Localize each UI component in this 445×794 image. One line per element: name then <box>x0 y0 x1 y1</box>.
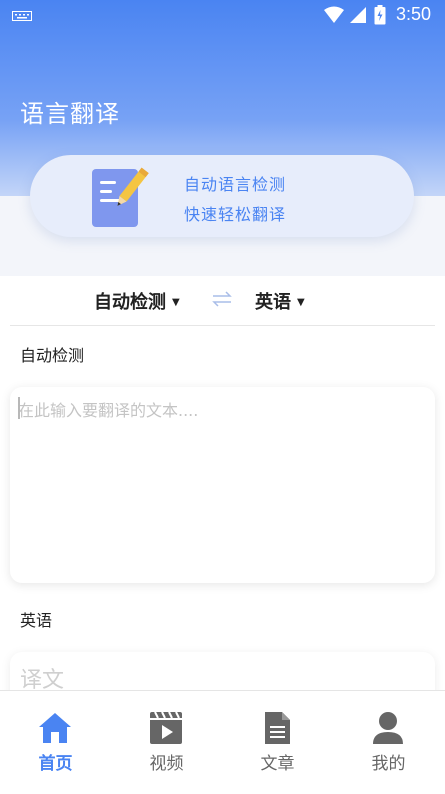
divider <box>10 325 435 326</box>
status-bar: 3:50 <box>0 0 445 34</box>
source-section-label: 自动检测 <box>20 346 85 365</box>
tab-profile[interactable]: 我的 <box>333 691 444 794</box>
tab-articles[interactable]: 文章 <box>222 691 333 794</box>
feature-banner: 自动语言检测 快速轻松翻译 <box>30 155 414 237</box>
target-language-label: 英语 <box>255 292 291 313</box>
page-title: 语言翻译 <box>20 100 120 128</box>
bottom-tab-bar: 首页 视频 文章 我的 <box>0 690 445 794</box>
keyboard-icon <box>12 11 32 21</box>
source-language-dropdown[interactable]: 自动检测 ▼ <box>94 288 180 314</box>
signal-icon <box>350 7 366 23</box>
battery-icon <box>374 5 386 25</box>
source-language-label: 自动检测 <box>94 292 166 313</box>
tab-home[interactable]: 首页 <box>0 691 111 794</box>
target-language-dropdown[interactable]: 英语 ▼ <box>255 288 305 314</box>
input-card <box>10 387 435 583</box>
tab-video[interactable]: 视频 <box>111 691 222 794</box>
video-icon <box>150 711 182 744</box>
tab-articles-label: 文章 <box>260 754 295 774</box>
tab-profile-label: 我的 <box>371 754 406 774</box>
wifi-icon <box>324 6 344 23</box>
source-text-input[interactable] <box>10 387 435 583</box>
tab-home-label: 首页 <box>38 754 73 774</box>
home-icon <box>39 713 71 743</box>
tab-video-label: 视频 <box>149 754 184 774</box>
language-bar: 自动检测 ▼ 英语 ▼ <box>0 276 445 326</box>
target-section-label: 英语 <box>20 611 53 630</box>
caret-down-icon: ▼ <box>297 297 305 308</box>
note-pencil-icon <box>92 167 149 227</box>
document-icon <box>265 712 290 744</box>
banner-title: 自动语言检测 <box>184 175 287 194</box>
text-cursor <box>18 397 20 419</box>
swap-icon[interactable] <box>211 289 233 309</box>
caret-down-icon: ▼ <box>172 297 180 308</box>
status-time: 3:50 <box>396 4 432 24</box>
person-icon <box>373 712 403 744</box>
banner-subtitle: 快速轻松翻译 <box>184 205 287 224</box>
